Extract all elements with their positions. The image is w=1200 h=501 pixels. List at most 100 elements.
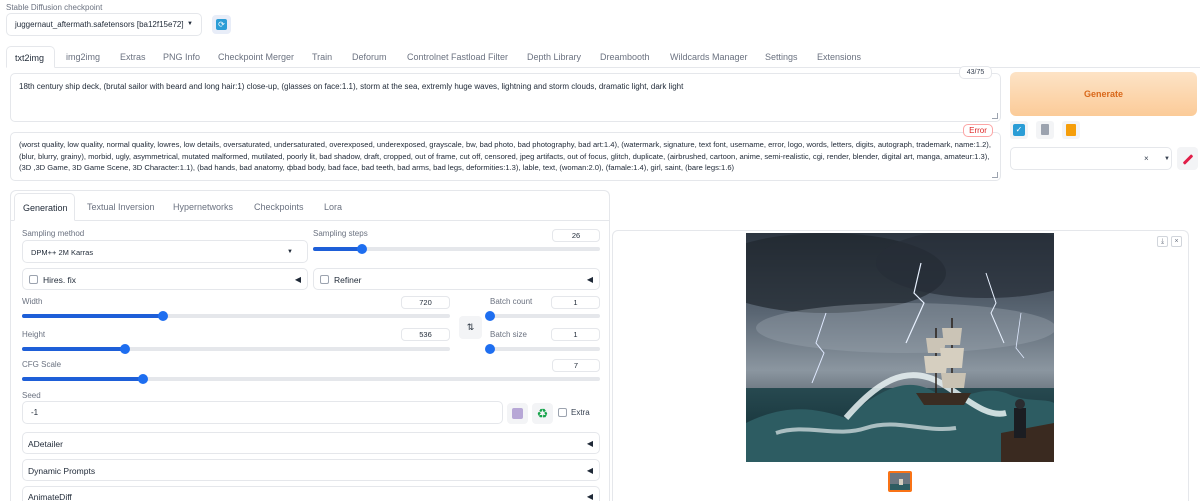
- slider-thumb[interactable]: [485, 311, 495, 321]
- main-tabs: txt2img img2img Extras PNG Info Checkpoi…: [6, 46, 1200, 68]
- collapse-arrow-icon: ◀: [586, 492, 593, 501]
- batch-size-input[interactable]: 1: [551, 328, 600, 341]
- tab-img2img[interactable]: img2img: [66, 46, 100, 68]
- paste-params-button[interactable]: ✓: [1010, 121, 1028, 139]
- generation-panel: [10, 190, 610, 501]
- batch-count-input[interactable]: 1: [551, 296, 600, 309]
- tab-wildcards-manager[interactable]: Wildcards Manager: [670, 46, 748, 68]
- tab-settings[interactable]: Settings: [765, 46, 798, 68]
- animatediff-label: AnimateDiff: [28, 492, 72, 501]
- adetailer-label: ADetailer: [28, 439, 63, 449]
- seed-input[interactable]: -1: [22, 401, 503, 424]
- slider-fill: [313, 247, 362, 251]
- tab-txt2img[interactable]: txt2img: [6, 46, 55, 68]
- generated-image[interactable]: [746, 233, 1054, 462]
- tab-extras[interactable]: Extras: [120, 46, 146, 68]
- tab-lora[interactable]: Lora: [324, 193, 342, 221]
- width-slider[interactable]: [22, 311, 450, 321]
- hires-fix-checkbox[interactable]: [29, 275, 38, 284]
- sampling-steps-input[interactable]: 26: [552, 229, 600, 242]
- adetailer-accordion[interactable]: ADetailer ◀: [22, 432, 600, 454]
- edit-styles-button[interactable]: [1177, 147, 1198, 170]
- sampling-steps-label: Sampling steps: [313, 229, 368, 238]
- recycle-icon: ♻: [536, 406, 549, 421]
- collapse-arrow-icon: ◀: [586, 439, 593, 448]
- sampling-steps-slider[interactable]: [313, 244, 600, 254]
- storm-ship-image: [746, 233, 1054, 462]
- prompt-textarea[interactable]: 18th century ship deck, (brutal sailor w…: [10, 73, 1001, 122]
- tab-png-info[interactable]: PNG Info: [163, 46, 200, 68]
- tab-checkpoint-merger[interactable]: Checkpoint Merger: [218, 46, 294, 68]
- tab-deforum[interactable]: Deforum: [352, 46, 387, 68]
- refresh-checkpoint-button[interactable]: ⟳: [212, 15, 231, 34]
- apply-styles-button[interactable]: [1062, 121, 1080, 139]
- checkpoint-value: juggernaut_aftermath.safetensors [ba12f1…: [15, 20, 184, 29]
- close-icon: ×: [1174, 238, 1179, 245]
- dice-icon: [512, 408, 523, 419]
- tab-checkpoints[interactable]: Checkpoints: [254, 193, 304, 221]
- cfg-scale-input[interactable]: 7: [552, 359, 600, 372]
- check-icon: ✓: [1013, 124, 1025, 136]
- random-seed-button[interactable]: [507, 403, 528, 424]
- styles-select[interactable]: × ▼: [1010, 147, 1172, 170]
- cfg-scale-slider[interactable]: [22, 374, 600, 384]
- chevron-down-icon: ▼: [187, 21, 193, 27]
- refiner-accordion[interactable]: Refiner ◀: [313, 268, 600, 290]
- batch-size-slider[interactable]: [485, 344, 600, 354]
- checkpoint-select[interactable]: juggernaut_aftermath.safetensors [ba12f1…: [6, 13, 202, 36]
- resize-handle-icon[interactable]: [992, 172, 998, 178]
- hires-fix-label: Hires. fix: [43, 275, 77, 285]
- sampling-method-value: DPM++ 2M Karras: [31, 248, 94, 257]
- sampling-method-select[interactable]: DPM++ 2M Karras ▼: [22, 240, 308, 263]
- batch-count-slider[interactable]: [485, 311, 600, 321]
- dynamic-prompts-label: Dynamic Prompts: [28, 466, 96, 476]
- generate-button[interactable]: Generate: [1010, 72, 1197, 116]
- slider-fill: [22, 347, 125, 351]
- prompt-token-counter: 43/75: [959, 66, 992, 79]
- cfg-scale-label: CFG Scale: [22, 360, 62, 369]
- slider-thumb[interactable]: [485, 344, 495, 354]
- reuse-seed-button[interactable]: ♻: [532, 403, 553, 424]
- download-icon: ⤓: [1160, 238, 1165, 245]
- height-input[interactable]: 536: [401, 328, 450, 341]
- negative-prompt-text: (worst quality, low quality, normal qual…: [19, 140, 991, 172]
- width-input[interactable]: 720: [401, 296, 450, 309]
- tab-train[interactable]: Train: [312, 46, 332, 68]
- hires-fix-accordion[interactable]: Hires. fix ◀: [22, 268, 308, 290]
- slider-thumb[interactable]: [119, 344, 130, 354]
- height-slider[interactable]: [22, 344, 450, 354]
- tab-dreambooth[interactable]: Dreambooth: [600, 46, 650, 68]
- clear-styles-icon[interactable]: ×: [1144, 154, 1149, 163]
- sampling-method-label: Sampling method: [22, 229, 85, 238]
- negative-token-counter: Error: [963, 124, 993, 137]
- tab-textual-inversion[interactable]: Textual Inversion: [87, 193, 155, 221]
- tab-hypernetworks[interactable]: Hypernetworks: [173, 193, 233, 221]
- height-label: Height: [22, 330, 46, 339]
- chevron-down-icon: ▼: [1164, 156, 1170, 162]
- collapse-arrow-icon: ◀: [586, 466, 593, 475]
- animatediff-accordion[interactable]: AnimateDiff ◀: [22, 486, 600, 501]
- checkpoint-label: Stable Diffusion checkpoint: [6, 3, 103, 12]
- tab-generation[interactable]: Generation: [14, 193, 75, 221]
- refiner-checkbox[interactable]: [320, 275, 329, 284]
- slider-fill: [22, 377, 144, 381]
- negative-prompt-textarea[interactable]: (worst quality, low quality, normal qual…: [10, 132, 1001, 181]
- width-label: Width: [22, 297, 43, 306]
- resize-handle-icon[interactable]: [992, 113, 998, 119]
- tab-controlnet-fastload-filter[interactable]: Controlnet Fastload Filter: [407, 46, 508, 68]
- tab-depth-library[interactable]: Depth Library: [527, 46, 581, 68]
- pencil-icon: [1182, 154, 1194, 165]
- dynamic-prompts-accordion[interactable]: Dynamic Prompts ◀: [22, 459, 600, 481]
- swap-dimensions-button[interactable]: ⇅: [459, 316, 482, 339]
- chevron-down-icon: ▼: [287, 249, 293, 255]
- slider-thumb[interactable]: [356, 244, 367, 254]
- refresh-icon: ⟳: [216, 19, 227, 30]
- tab-extensions[interactable]: Extensions: [817, 46, 861, 68]
- clear-prompt-button[interactable]: [1036, 121, 1054, 139]
- extra-seed-checkbox[interactable]: [558, 408, 567, 417]
- trash-icon: [1041, 124, 1049, 135]
- collapse-arrow-icon: ◀: [586, 275, 593, 284]
- close-preview-button[interactable]: ×: [1171, 236, 1182, 247]
- gallery-thumbnail[interactable]: [888, 471, 912, 492]
- download-button[interactable]: ⤓: [1157, 236, 1168, 247]
